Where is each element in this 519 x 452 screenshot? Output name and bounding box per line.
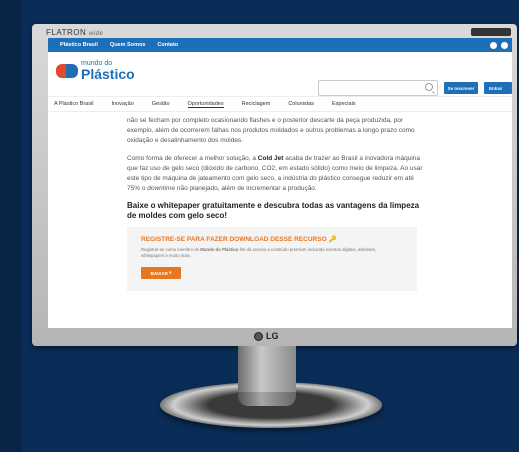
topbar-link-plastico-brasil[interactable]: Plástico Brasil [60,42,98,48]
background-edge [0,0,22,452]
topbar-link-contato[interactable]: Contato [157,42,178,48]
site-topbar: Plástico Brasil Quem Somos Contato [48,38,512,52]
article-content: não se fecham por completo ocasionando f… [48,112,427,292]
cta-text: Registrar-se como membro de Mundo do Plá… [141,247,377,259]
social-icons [490,41,512,49]
nav-item-inovacao[interactable]: Inovação [111,101,133,107]
nav-item-colunistas[interactable]: Colunistas [288,101,314,107]
topbar-link-quem-somos[interactable]: Quem Somos [110,42,145,48]
subscribe-button[interactable]: Se Inscrever [444,82,478,94]
chevron-down-icon: ▾ [169,270,172,276]
article-paragraph-1: não se fecham por completo ocasionando f… [127,117,415,145]
logo-mark-icon [56,62,78,80]
site-header: mundo do Plástico Se Inscrever Entrar [48,52,512,97]
article-heading: Baixe o whitepaper gratuitamente e descu… [127,201,420,221]
monitor-screen: Plástico Brasil Quem Somos Contato mundo… [48,38,512,328]
site-logo[interactable]: mundo do Plástico [56,60,135,81]
key-icon: 🔑 [328,236,337,244]
logo-line2: Plástico [81,66,135,82]
article-paragraph-2: Como forma de oferecer a melhor solução,… [127,154,423,193]
search-input[interactable] [318,80,438,96]
login-button[interactable]: Entrar [484,82,512,94]
facebook-icon[interactable] [490,41,497,49]
cta-title: REGISTRE-SE PARA FAZER DOWNLOAD DESSE RE… [141,236,337,244]
nav-item-especiais[interactable]: Especiais [332,101,356,107]
download-button[interactable]: BAIXAR ▾ [141,267,181,280]
monitor-stand-neck [238,346,296,394]
monitor-stand-joint [238,392,296,406]
monitor-brand: FLATRON wide [46,28,104,37]
lg-logo: LG [254,331,279,341]
lg-logo-icon [254,331,263,341]
monitor-controls [471,28,511,36]
nav-item-gestao[interactable]: Gestão [152,101,170,107]
nav-item-plastico-brasil[interactable]: A Plástico Brasil [54,101,93,107]
nav-item-oportunidades[interactable]: Oportunidades [187,101,224,108]
nav-item-reciclagem[interactable]: Reciclagem [242,101,271,107]
download-cta-box: REGISTRE-SE PARA FAZER DOWNLOAD DESSE RE… [127,227,417,292]
main-nav: A Plástico Brasil Inovação Gestão Oportu… [48,97,512,112]
linkedin-icon[interactable] [501,41,508,49]
search-icon[interactable] [425,83,433,91]
